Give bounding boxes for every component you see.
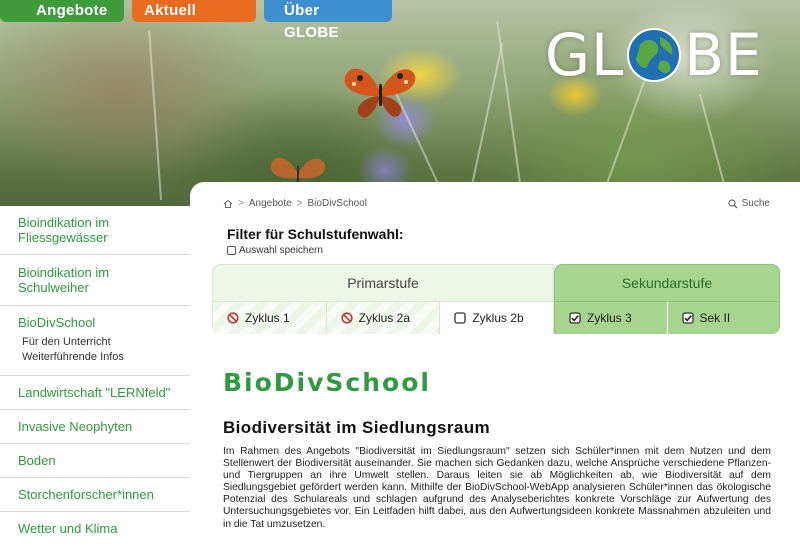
- top-navigation: Angebote Aktuell Über GLOBE: [0, 0, 392, 41]
- sidebar-item-label: Landwirtschaft "LERNfeld": [18, 385, 171, 400]
- globe-logo[interactable]: GL BE: [545, 26, 763, 84]
- save-selection-label: Auswahl speichern: [239, 245, 323, 256]
- main-content: > Angebote > BioDivSchool Suche Filter f…: [190, 182, 800, 548]
- sidebar-item-label: Storchenforscher*innen: [18, 487, 154, 502]
- primarstufe-group: Primarstufe Zyklus 1 Zyklus 2a Zyklus 2b: [212, 264, 554, 334]
- sekundarstufe-title[interactable]: Sekundarstufe: [555, 265, 779, 301]
- nav-tab-ueber-globe[interactable]: Über GLOBE: [264, 0, 392, 41]
- school-level-filter: Primarstufe Zyklus 1 Zyklus 2a Zyklus 2b…: [212, 264, 780, 334]
- checkbox-empty-icon[interactable]: [227, 246, 236, 255]
- checkbox-checked-icon: [569, 312, 581, 324]
- search-label: Suche: [741, 198, 770, 209]
- checkbox-empty-icon: [454, 312, 466, 324]
- cycle-zyklus-2a[interactable]: Zyklus 2a: [326, 301, 441, 334]
- cycle-sek-ii[interactable]: Sek II: [667, 301, 779, 334]
- filter-title: Filter für Schulstufenwahl:: [227, 226, 404, 242]
- nav-tab-angebote[interactable]: Angebote: [0, 0, 124, 22]
- sekundarstufe-cycles: Zyklus 3 Sek II: [555, 301, 779, 334]
- sidebar-item-label: Bioindikation im Schulweiher: [18, 265, 110, 295]
- sidebar-item-label: BioDivSchool: [18, 315, 96, 330]
- breadcrumb: > Angebote > BioDivSchool: [223, 198, 367, 209]
- cycle-label: Zyklus 2b: [472, 311, 524, 325]
- sidebar-item-fliessgewaesser[interactable]: Bioindikation im Fliessgewässer: [0, 206, 190, 254]
- search-icon: [728, 198, 738, 208]
- sidebar-item-biodivschool[interactable]: BioDivSchool Für den Unterricht Weiterfü…: [0, 305, 190, 375]
- globe-icon: [627, 28, 682, 82]
- breadcrumb-separator: >: [238, 198, 244, 209]
- prohibited-icon: [227, 312, 239, 324]
- breadcrumb-angebote[interactable]: Angebote: [249, 198, 292, 209]
- grass-stem: [496, 21, 522, 191]
- logo-text-right: BE: [684, 21, 763, 89]
- sidebar-subitems: Für den Unterricht Weiterführende Infos: [18, 335, 180, 365]
- cycle-label: Zyklus 2a: [358, 311, 411, 325]
- page-title: BioDivSchool: [223, 368, 431, 397]
- grass-stem: [470, 43, 504, 191]
- body-paragraph: Im Rahmen des Angebots "Biodiversität im…: [223, 446, 771, 530]
- cycle-label: Zyklus 1: [245, 311, 290, 325]
- sidebar-item-label: Boden: [18, 453, 56, 468]
- breadcrumb-separator: >: [296, 198, 303, 209]
- search-link[interactable]: Suche: [728, 198, 770, 209]
- sidebar-item-neophyten[interactable]: Invasive Neophyten: [0, 409, 190, 443]
- sidebar: Bioindikation im Fliessgewässer Bioindik…: [0, 206, 190, 548]
- sidebar-item-storchenforscher[interactable]: Storchenforscher*innen: [0, 477, 190, 511]
- logo-text-left: GL: [545, 21, 625, 89]
- checkbox-checked-icon: [681, 312, 694, 324]
- cycle-label: Sek II: [699, 311, 731, 325]
- section-title: Biodiversität im Siedlungsraum: [223, 418, 491, 437]
- cycle-label: Zyklus 3: [587, 311, 632, 325]
- sidebar-subitem-infos[interactable]: Weiterführende Infos: [22, 350, 180, 365]
- sidebar-item-label: Invasive Neophyten: [18, 419, 133, 434]
- butterfly-image: [344, 68, 416, 118]
- grass-stem: [148, 30, 162, 201]
- primarstufe-cycles: Zyklus 1 Zyklus 2a Zyklus 2b: [213, 301, 554, 334]
- home-icon[interactable]: [223, 199, 233, 209]
- sidebar-item-wetter[interactable]: Wetter und Klima: [0, 511, 190, 545]
- sidebar-item-schulweiher[interactable]: Bioindikation im Schulweiher: [0, 254, 190, 305]
- sekundarstufe-group: Sekundarstufe Zyklus 3 Sek II: [554, 264, 780, 334]
- prohibited-icon: [341, 312, 353, 324]
- cycle-zyklus-1[interactable]: Zyklus 1: [213, 301, 327, 334]
- cycle-zyklus-2b[interactable]: Zyklus 2b: [440, 301, 554, 334]
- primarstufe-title[interactable]: Primarstufe: [213, 265, 553, 301]
- sidebar-subitem-unterricht[interactable]: Für den Unterricht: [22, 335, 180, 350]
- sidebar-item-label: Wetter und Klima: [18, 521, 118, 536]
- nav-tab-aktuell[interactable]: Aktuell: [132, 0, 256, 22]
- breadcrumb-biodivschool[interactable]: BioDivSchool: [308, 198, 367, 209]
- sidebar-item-label: Bioindikation im Fliessgewässer: [18, 215, 110, 245]
- cycle-zyklus-3[interactable]: Zyklus 3: [555, 301, 668, 334]
- save-selection-checkbox[interactable]: Auswahl speichern: [227, 245, 323, 256]
- sidebar-item-boden[interactable]: Boden: [0, 443, 190, 477]
- sidebar-item-landwirtschaft[interactable]: Landwirtschaft "LERNfeld": [0, 375, 190, 409]
